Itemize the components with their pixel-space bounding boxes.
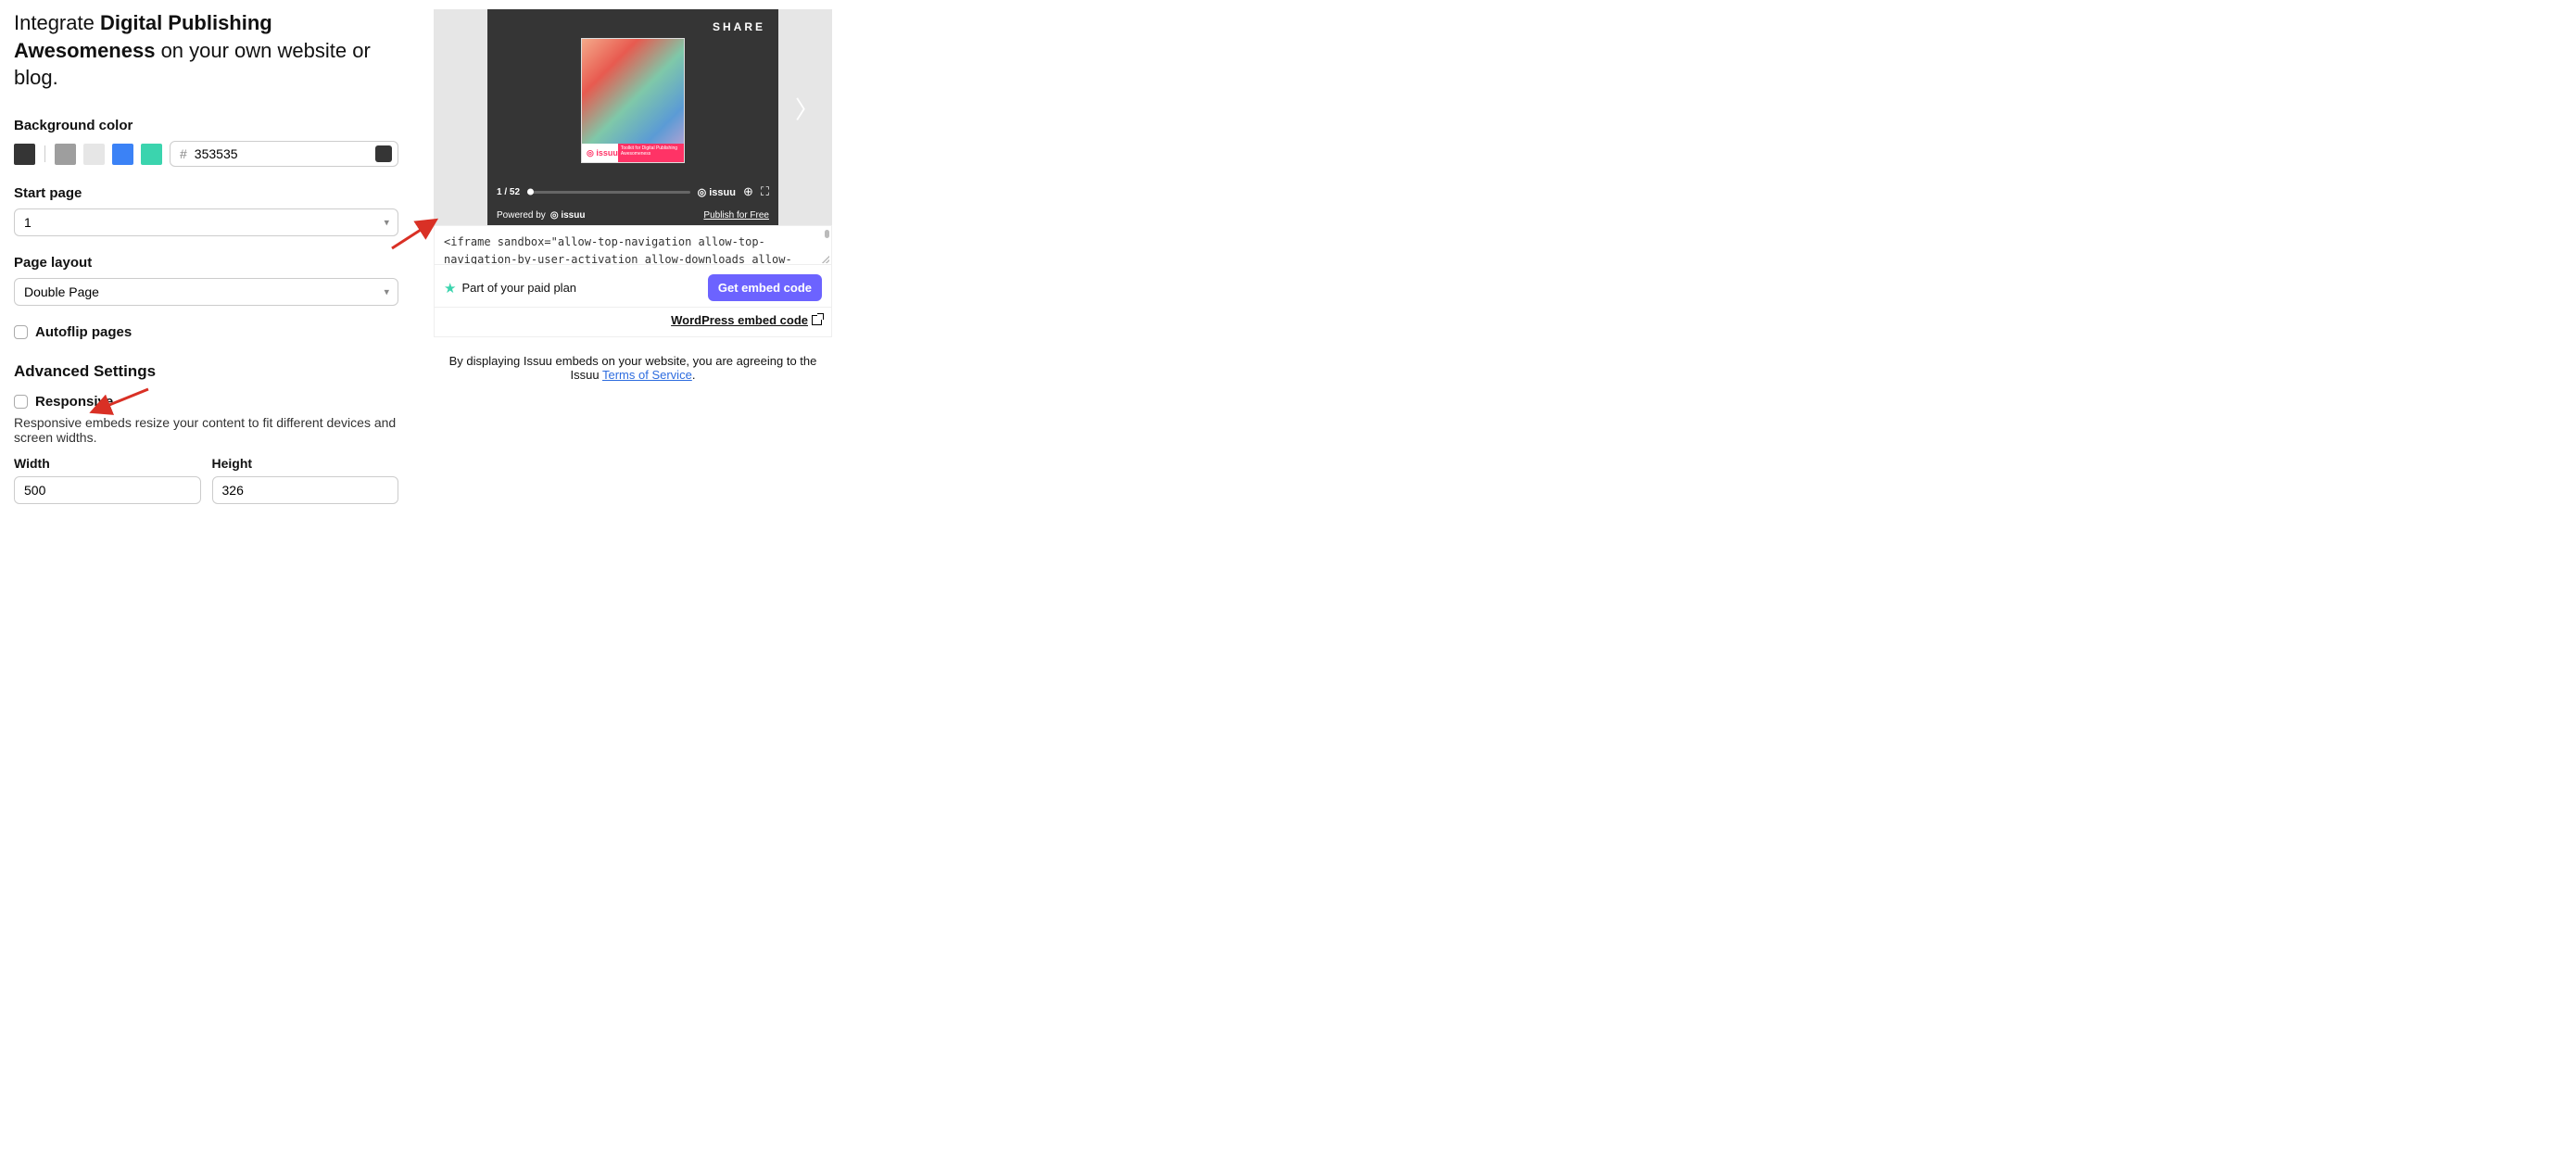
publication-cover[interactable]: ◎ issuu Toolkit for Digital Publishing A…: [581, 38, 685, 163]
layout-label: Page layout: [14, 255, 398, 271]
hex-prefix: #: [180, 146, 187, 161]
swatch-grey[interactable]: [55, 144, 76, 165]
embed-code-text: <iframe sandbox="allow-top-navigation al…: [444, 235, 805, 265]
width-input[interactable]: [14, 476, 201, 504]
embed-code-box[interactable]: <iframe sandbox="allow-top-navigation al…: [434, 225, 832, 265]
swatch-row: #: [14, 141, 398, 167]
responsive-checkbox[interactable]: [14, 395, 28, 409]
share-button[interactable]: SHARE: [713, 20, 765, 33]
tos-link[interactable]: Terms of Service: [602, 368, 692, 382]
cover-tag: Toolkit for Digital Publishing Awesomene…: [618, 144, 684, 162]
responsive-desc: Responsive embeds resize your content to…: [14, 415, 398, 445]
zoom-icon[interactable]: ⊕: [743, 184, 753, 199]
height-label: Height: [212, 456, 399, 471]
autoflip-checkbox[interactable]: [14, 325, 28, 339]
hex-input-wrap: #: [170, 141, 398, 167]
hex-input[interactable]: [195, 146, 370, 161]
player: SHARE ◎ issuu Toolkit for Digital Publis…: [487, 9, 778, 207]
embed-preview: SHARE ◎ issuu Toolkit for Digital Publis…: [434, 9, 832, 225]
layout-select[interactable]: Double Page: [14, 278, 398, 306]
page-counter: 1 / 52: [497, 187, 520, 197]
title-prefix: Integrate: [14, 11, 100, 34]
swatch-blue[interactable]: [112, 144, 133, 165]
page-title: Integrate Digital Publishing Awesomeness…: [14, 9, 398, 92]
external-link-icon: [812, 315, 822, 325]
height-input[interactable]: [212, 476, 399, 504]
swatch-dark[interactable]: [14, 144, 35, 165]
powered-by-text: Powered by: [497, 210, 546, 221]
start-page-select[interactable]: 1: [14, 208, 398, 236]
start-page-label: Start page: [14, 185, 398, 201]
powered-bar: Powered by ◎ issuu Publish for Free: [487, 207, 778, 225]
hex-preview: [375, 145, 392, 162]
resize-handle[interactable]: [822, 256, 829, 263]
progress-thumb[interactable]: [527, 189, 534, 196]
plan-text: Part of your paid plan: [461, 281, 576, 295]
star-icon: ★: [444, 280, 456, 297]
fullscreen-icon[interactable]: ⛶: [761, 184, 769, 199]
swatch-light[interactable]: [83, 144, 105, 165]
autoflip-label: Autoflip pages: [35, 324, 132, 340]
cover-issuu-logo: ◎ issuu: [587, 148, 618, 158]
swatch-teal[interactable]: [141, 144, 162, 165]
issuu-logo: ◎ issuu: [698, 186, 736, 198]
responsive-label: Responsive: [35, 394, 113, 410]
tos-suffix: .: [692, 368, 696, 382]
scrollbar-thumb[interactable]: [825, 230, 829, 238]
next-page-arrow[interactable]: 〉: [795, 91, 819, 125]
width-label: Width: [14, 456, 201, 471]
get-embed-button[interactable]: Get embed code: [708, 274, 822, 301]
tos-text: By displaying Issuu embeds on your websi…: [434, 354, 832, 382]
wordpress-embed-link[interactable]: WordPress embed code: [671, 313, 808, 327]
advanced-heading: Advanced Settings: [14, 362, 398, 381]
progress-track[interactable]: [527, 191, 690, 194]
swatch-divider: [44, 145, 45, 162]
publish-free-link[interactable]: Publish for Free: [703, 210, 769, 221]
bg-color-label: Background color: [14, 118, 398, 133]
powered-brand: ◎ issuu: [550, 210, 586, 221]
